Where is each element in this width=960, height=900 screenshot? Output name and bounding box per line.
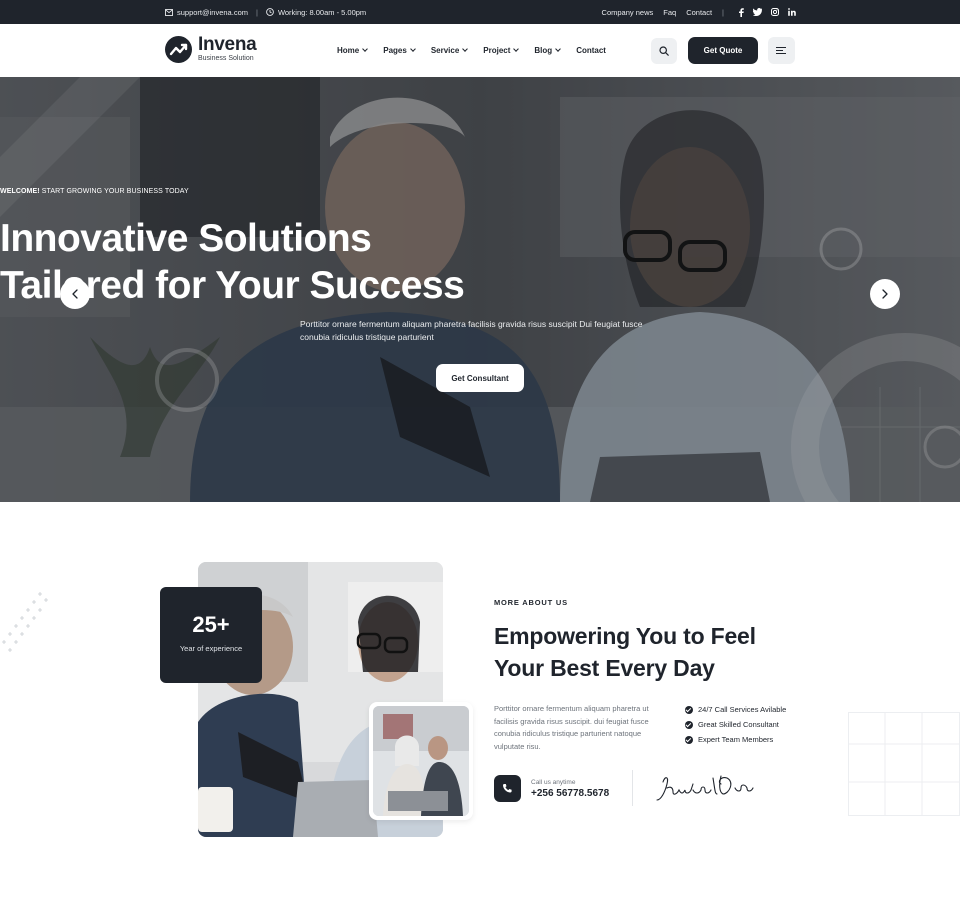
logo-name: Invena	[198, 34, 257, 55]
about-title-line-2: Your Best Every Day	[494, 655, 715, 681]
check-icon	[685, 735, 693, 744]
nav-label: Pages	[383, 46, 407, 55]
chevron-left-icon	[72, 289, 78, 299]
nav-label: Home	[337, 46, 360, 55]
separator: |	[722, 7, 724, 17]
email-item[interactable]: support@invena.com	[165, 8, 248, 17]
hero-subtitle: Porttitor ornare fermentum aliquam phare…	[300, 319, 643, 342]
dot-pattern-decoration	[2, 592, 48, 652]
nav-label: Blog	[534, 46, 553, 55]
call-number: +256 56778.5678	[531, 787, 610, 799]
hero-title-line-1: Innovative Solutions	[0, 217, 372, 260]
feature-label: Great Skilled Consultant	[698, 720, 779, 729]
instagram-icon[interactable]	[771, 8, 779, 16]
chevron-down-icon	[513, 46, 520, 52]
experience-card: 25+ Year of experience	[160, 587, 262, 683]
search-button[interactable]	[651, 38, 677, 64]
feature-label: Expert Team Members	[698, 735, 774, 744]
experience-number: 25+	[192, 612, 230, 637]
slider-next-button[interactable]	[870, 279, 900, 309]
top-bar-contact: support@invena.com | Working: 8.00am - 5…	[165, 0, 366, 24]
chevron-down-icon	[462, 46, 469, 52]
call-label: Call us anytime	[531, 778, 576, 786]
get-consultant-button[interactable]: Get Consultant	[436, 364, 524, 392]
get-quote-button[interactable]: Get Quote	[688, 37, 758, 64]
nav-pages[interactable]: Pages	[383, 46, 416, 55]
clock-icon	[266, 8, 274, 16]
main-nav: Home Pages Service Project Blog Contact	[337, 24, 606, 77]
nav-home[interactable]: Home	[337, 46, 369, 55]
hero-title: Innovative Solutions Tailored for Your S…	[0, 215, 960, 309]
about-title-line-1: Empowering You to Feel	[494, 623, 756, 649]
feature-list: 24/7 Call Services Avilable Great Skille…	[685, 705, 786, 744]
mail-icon	[165, 8, 173, 16]
top-bar-links: Company news Faq Contact |	[602, 0, 796, 24]
twitter-icon[interactable]	[753, 8, 762, 16]
logo[interactable]: Invena Business Solution	[165, 34, 257, 63]
contact-link[interactable]: Contact	[686, 8, 712, 17]
hours-text: Working: 8.00am - 5.00pm	[277, 7, 367, 17]
hours-item: Working: 8.00am - 5.00pm	[266, 8, 366, 17]
about-title: Empowering You to Feel Your Best Every D…	[494, 620, 814, 684]
feature-item: Expert Team Members	[685, 735, 786, 744]
check-icon	[685, 720, 693, 729]
search-icon	[659, 46, 669, 56]
separator: |	[255, 7, 258, 17]
hero-title-line-2: Tailored for Your Success	[0, 264, 465, 307]
nav-contact[interactable]: Contact	[576, 46, 606, 55]
facebook-icon[interactable]	[738, 7, 744, 17]
nav-blog[interactable]: Blog	[534, 46, 562, 55]
call-block[interactable]: Call us anytime +256 56778.5678	[494, 775, 609, 802]
nav-service[interactable]: Service	[430, 46, 469, 55]
chevron-down-icon	[409, 46, 416, 52]
nav-label: Service	[430, 46, 460, 55]
menu-line	[776, 49, 783, 52]
call-text: Call us anytime +256 56778.5678	[531, 779, 609, 799]
hero-eyebrow-bold: WELCOME!	[0, 188, 40, 195]
experience-label: Year of experience	[179, 644, 243, 653]
main-header: Invena Business Solution Home Pages Serv…	[0, 24, 960, 77]
hero-eyebrow: WELCOME! START GROWING YOUR BUSINESS TOD…	[0, 188, 960, 195]
hero-eyebrow-text: START GROWING YOUR BUSINESS TODAY	[39, 188, 189, 195]
signature	[655, 770, 755, 811]
about-section: 25+ Year of experience MORE ABOUT US Emp…	[0, 502, 960, 900]
feature-label: 24/7 Call Services Avilable	[698, 705, 787, 714]
hero-slider: WELCOME! START GROWING YOUR BUSINESS TOD…	[0, 77, 960, 502]
chevron-down-icon	[555, 46, 562, 52]
logo-text: Invena Business Solution	[198, 34, 257, 63]
menu-button[interactable]	[768, 37, 795, 64]
menu-line	[776, 53, 786, 55]
email-text: support@invena.com	[177, 7, 248, 17]
slider-prev-button[interactable]	[60, 279, 90, 309]
feature-item: Great Skilled Consultant	[685, 720, 786, 729]
chevron-down-icon	[362, 46, 369, 52]
faq-link[interactable]: Faq	[663, 8, 676, 17]
logo-icon	[165, 36, 192, 63]
social-links	[738, 7, 796, 17]
nav-project[interactable]: Project	[483, 46, 520, 55]
divider	[632, 770, 633, 806]
top-bar: support@invena.com | Working: 8.00am - 5…	[0, 0, 960, 24]
company-news-link[interactable]: Company news	[602, 8, 654, 17]
nav-label: Contact	[576, 46, 606, 55]
menu-line	[776, 46, 786, 48]
phone-icon	[494, 775, 521, 802]
about-eyebrow: MORE ABOUT US	[494, 598, 568, 607]
chevron-right-icon	[882, 289, 888, 299]
about-secondary-image	[369, 702, 473, 820]
linkedin-icon[interactable]	[788, 8, 796, 16]
check-icon	[685, 705, 693, 714]
feature-item: 24/7 Call Services Avilable	[685, 705, 786, 714]
nav-label: Project	[483, 46, 511, 55]
about-text: Porttitor ornare fermentum aliquam phare…	[494, 704, 649, 751]
grid-pattern-decoration	[848, 712, 960, 816]
logo-tagline: Business Solution	[198, 55, 254, 62]
